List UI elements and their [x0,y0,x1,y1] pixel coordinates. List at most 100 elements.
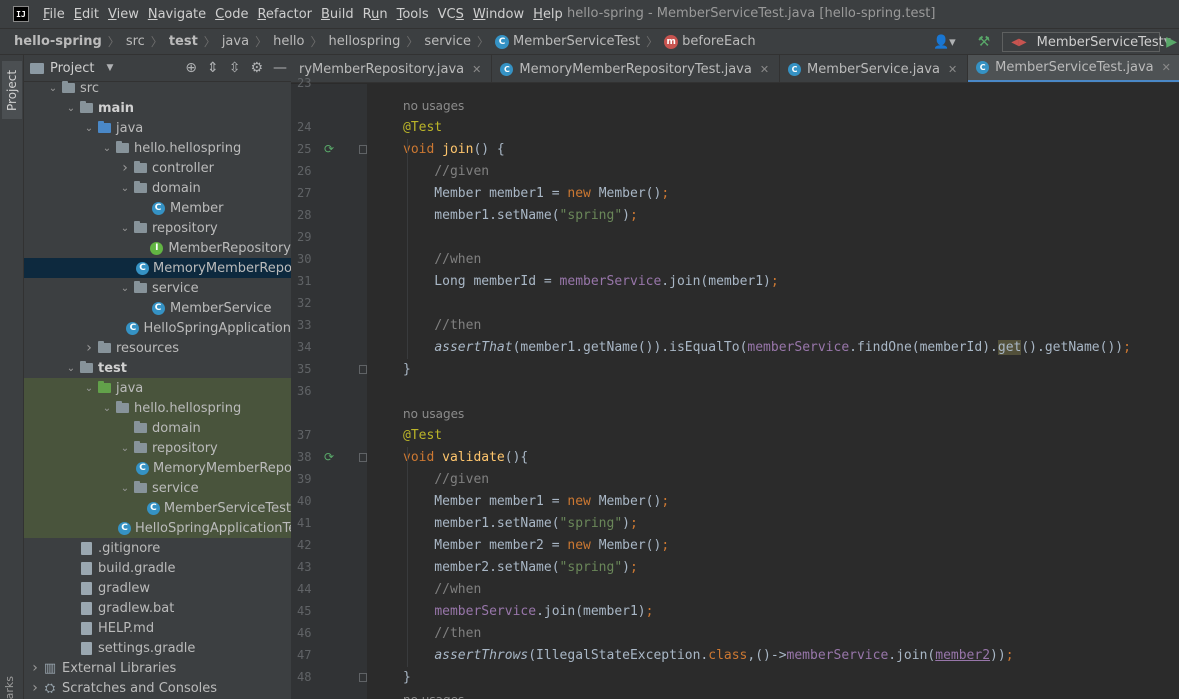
tree-item[interactable]: ⌄ repository [24,218,291,238]
code-editor[interactable]: no usages @Test void join() { //given Memb… [367,84,1179,699]
chevron-down-icon[interactable]: ⌄ [118,483,132,494]
menu-tools[interactable]: Tools [393,7,433,22]
run-configuration-dropdown[interactable]: ◀▶ MemberServiceTest ▼ [1002,32,1171,52]
project-view-dropdown[interactable]: Project ▼ [30,61,113,76]
tree-item[interactable]: › resources [24,338,291,358]
tree-item[interactable]: gradlew.bat [24,598,291,618]
fold-marker-icon[interactable] [359,365,367,374]
breadcrumb-item[interactable]: src [126,34,145,49]
menu-edit[interactable]: Edit [70,7,103,22]
tree-item[interactable]: C MemoryMemberRepo [24,258,291,278]
chevron-down-icon[interactable]: ⌄ [64,363,78,374]
chevron-down-icon: ▼ [106,63,114,73]
tree-item[interactable]: C MemoryMemberRepo [24,458,291,478]
menu-navigate[interactable]: Navigate [144,7,210,22]
tree-item[interactable]: settings.gradle [24,638,291,658]
tree-item[interactable]: domain [24,418,291,438]
code-token: assertThat [434,340,513,355]
chevron-down-icon[interactable]: ⌄ [118,443,132,454]
editor-tab[interactable]: C MemberServiceTest.java ✕ [968,55,1179,82]
menu-window[interactable]: Window [469,7,528,22]
tree-item[interactable]: .gitignore [24,538,291,558]
menu-help[interactable]: Help [529,7,567,22]
menu-run[interactable]: Run [359,7,392,22]
editor-tab[interactable]: C MemberService.java ✕ [780,55,969,82]
chevron-down-icon[interactable]: ⌄ [118,183,132,194]
chevron-down-icon[interactable]: ⌄ [100,403,114,414]
locate-icon[interactable]: ⊕ [185,60,197,76]
tree-item[interactable]: HELP.md [24,618,291,638]
editor-tab[interactable]: C MemoryMemberRepositoryTest.java ✕ [492,55,781,82]
intellij-logo-icon[interactable]: IJ [13,6,29,22]
project-tool-tab[interactable]: Project [2,61,22,119]
tree-item[interactable]: ⌄ service [24,278,291,298]
chevron-down-icon[interactable]: ⌄ [82,123,96,134]
tree-item[interactable]: ⌄ main [24,98,291,118]
breadcrumb-item[interactable]: hello-spring [14,34,102,49]
chevron-down-icon[interactable]: ⌄ [64,103,78,114]
breadcrumb-item[interactable]: C MemberServiceTest [495,34,640,49]
chevron-right-icon[interactable]: › [82,340,96,356]
close-icon[interactable]: ✕ [760,63,769,76]
tree-item[interactable]: C HelloSpringApplicationTe [24,518,291,538]
tree-item[interactable]: ⌄ service [24,478,291,498]
collapse-all-icon[interactable]: ⇳ [229,60,241,76]
run-play-icon[interactable]: ▶ [1166,34,1177,50]
menu-vcs[interactable]: VCS [434,7,468,22]
gutter-line: 35 [291,359,367,381]
chevron-right-icon[interactable]: › [28,660,42,676]
close-icon[interactable]: ✕ [1162,61,1171,74]
menu-build[interactable]: Build [317,7,358,22]
build-hammer-icon[interactable]: ⚒ [978,34,991,50]
gutter-line: 32 [291,293,367,315]
chevron-down-icon[interactable]: ⌄ [100,143,114,154]
close-icon[interactable]: ✕ [472,63,481,76]
run-test-icon[interactable]: ⟳ [324,450,334,464]
tree-item[interactable]: C MemberServiceTest [24,498,291,518]
close-icon[interactable]: ✕ [948,63,957,76]
chevron-down-icon[interactable]: ⌄ [118,283,132,294]
tree-item[interactable]: gradlew [24,578,291,598]
expand-all-icon[interactable]: ⇕ [207,60,219,76]
breadcrumb-item[interactable]: m beforeEach [664,34,756,49]
tree-item[interactable]: C HelloSpringApplication [24,318,291,338]
chevron-down-icon[interactable]: ⌄ [82,383,96,394]
bookmarks-tool-tab[interactable]: arks [3,676,16,699]
chevron-down-icon[interactable]: ⌄ [46,83,60,94]
tree-item[interactable]: › controller [24,158,291,178]
run-test-icon[interactable]: ⟳ [324,142,334,156]
tree-item[interactable]: ⌄ repository [24,438,291,458]
user-icon[interactable]: 👤▾ [933,35,956,50]
tree-item[interactable]: C MemberService [24,298,291,318]
menu-code[interactable]: Code [211,7,252,22]
fold-marker-icon[interactable] [359,145,367,154]
breadcrumb-item[interactable]: test [169,34,198,49]
fold-marker-icon[interactable] [359,673,367,682]
breadcrumb-item[interactable]: hellospring [329,34,401,49]
menu-view[interactable]: View [104,7,143,22]
tree-item[interactable]: ⌄ java [24,118,291,138]
tree-item[interactable]: ⌄ hello.hellospring [24,398,291,418]
breadcrumb-item[interactable]: hello [273,34,304,49]
tree-item[interactable]: › ⛭ Scratches and Consoles [24,678,291,698]
tree-item[interactable]: › ▥ External Libraries [24,658,291,678]
breadcrumb-item[interactable]: service [424,34,471,49]
minimize-icon[interactable]: — [273,60,287,76]
tree-item[interactable]: ⌄ domain [24,178,291,198]
tree-item[interactable]: ⌄ java [24,378,291,398]
chevron-right-icon[interactable]: › [28,680,42,696]
chevron-down-icon[interactable]: ⌄ [118,223,132,234]
menu-refactor[interactable]: Refactor [253,7,316,22]
menu-file[interactable]: File [39,7,69,22]
tree-item[interactable]: ⌄ src [24,78,291,98]
tree-item[interactable]: I MemberRepository [24,238,291,258]
breadcrumb-item[interactable]: java [222,34,249,49]
tree-item[interactable]: build.gradle [24,558,291,578]
tree-item[interactable]: ⌄ hello.hellospring [24,138,291,158]
fold-marker-icon[interactable] [359,453,367,462]
gear-icon[interactable]: ⚙ [250,60,263,76]
class-icon: C [976,61,990,74]
tree-item[interactable]: ⌄ test [24,358,291,378]
tree-item[interactable]: C Member [24,198,291,218]
chevron-right-icon[interactable]: › [118,160,132,176]
